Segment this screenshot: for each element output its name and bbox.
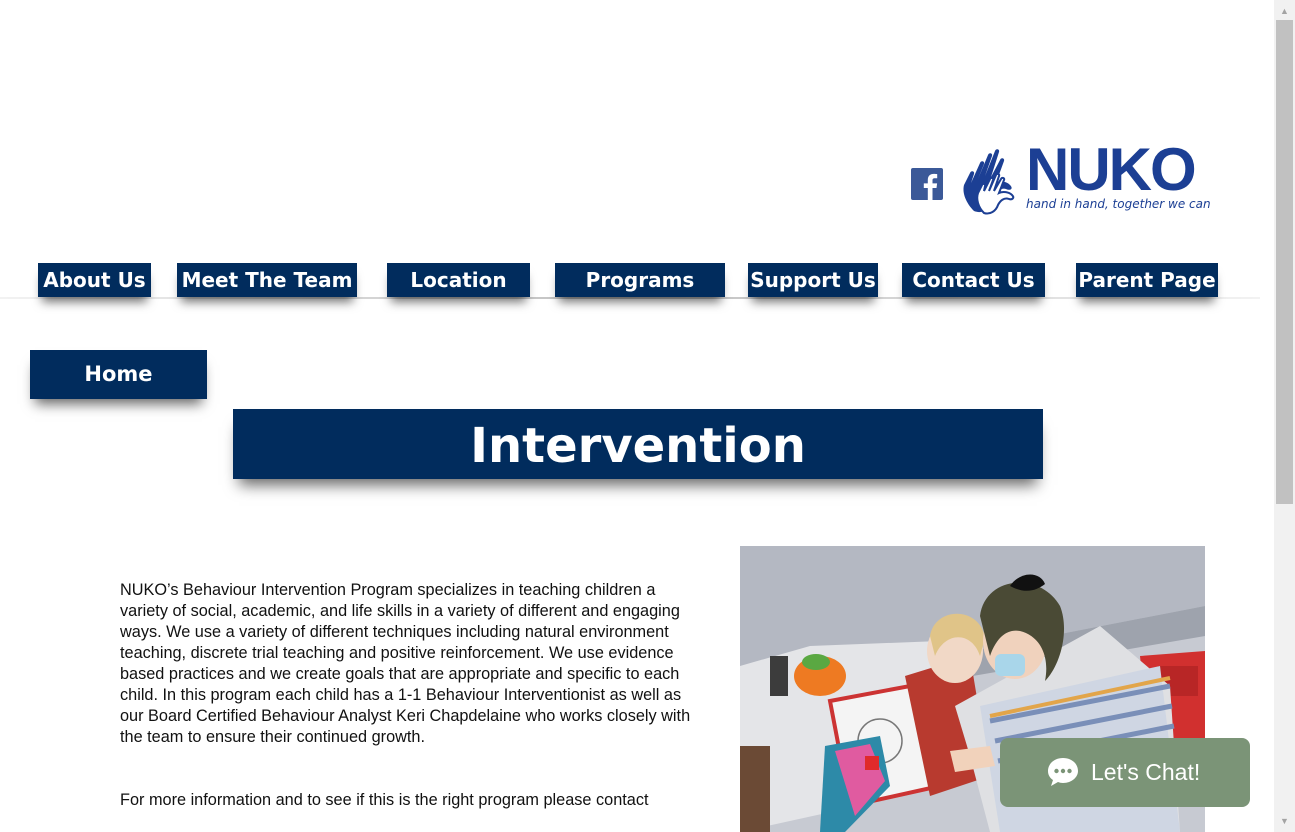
page: NUKO hand in hand, together we can About… (0, 0, 1274, 832)
program-description: NUKO’s Behaviour Intervention Program sp… (120, 580, 705, 811)
nav-contact-us[interactable]: Contact Us (902, 263, 1045, 297)
facebook-icon[interactable] (911, 168, 943, 200)
logo-wordmark: NUKO (1026, 136, 1197, 203)
nav-divider (0, 297, 1260, 299)
chat-widget[interactable]: Let's Chat! (1000, 738, 1250, 807)
nav-about-us[interactable]: About Us (38, 263, 151, 297)
title-banner: Intervention (233, 409, 1043, 479)
hand-logo-icon (963, 149, 1015, 215)
description-paragraph: NUKO’s Behaviour Intervention Program sp… (120, 581, 691, 746)
nav-location[interactable]: Location (387, 263, 530, 297)
vertical-scrollbar[interactable]: ▲ ▼ (1274, 0, 1295, 832)
scroll-up-arrow-icon[interactable]: ▲ (1274, 2, 1295, 20)
home-button[interactable]: Home (30, 350, 207, 399)
page-title: Intervention (470, 418, 806, 474)
logo-tagline: hand in hand, together we can (1026, 197, 1211, 211)
contact-paragraph: For more information and to see if this … (120, 791, 649, 809)
nuko-logo[interactable]: NUKO hand in hand, together we can (960, 136, 1224, 215)
chat-label: Let's Chat! (1091, 759, 1201, 785)
nav-parent-page[interactable]: Parent Page (1076, 263, 1218, 297)
nav-meet-the-team[interactable]: Meet The Team (177, 263, 357, 297)
chat-bubble-icon (1048, 758, 1078, 786)
nav-support-us[interactable]: Support Us (748, 263, 878, 297)
scroll-down-arrow-icon[interactable]: ▼ (1274, 812, 1295, 830)
scroll-thumb[interactable] (1276, 20, 1293, 504)
nav-programs[interactable]: Programs (555, 263, 725, 297)
